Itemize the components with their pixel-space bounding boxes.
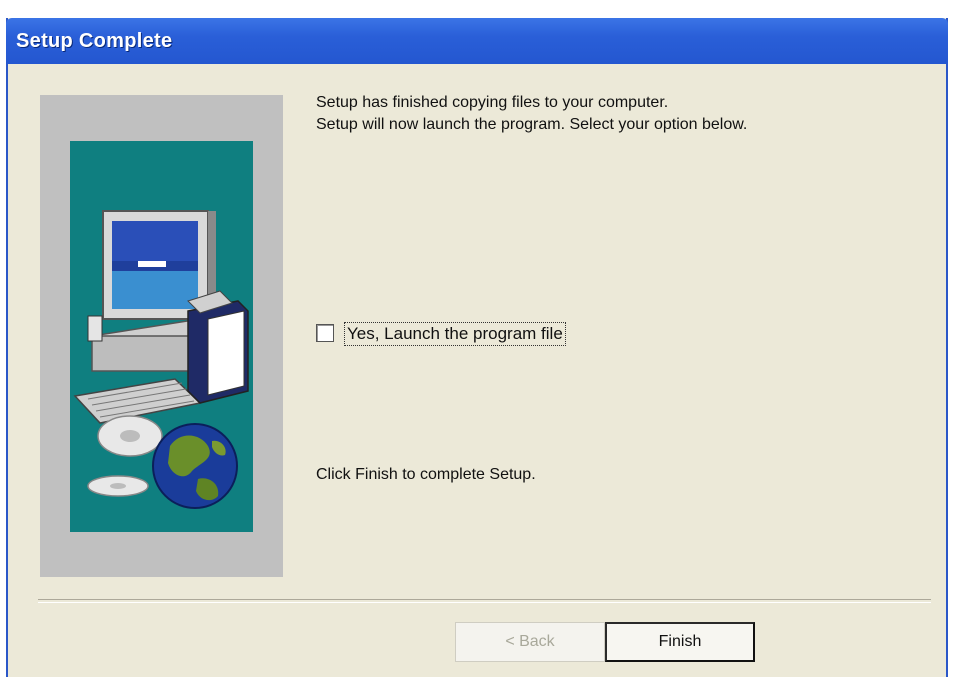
window-title: Setup Complete xyxy=(16,30,173,52)
divider xyxy=(38,599,931,603)
back-button[interactable]: < Back xyxy=(455,622,605,662)
side-panel xyxy=(40,95,283,577)
intro-text: Setup has finished copying files to your… xyxy=(316,92,916,136)
launch-program-checkbox[interactable] xyxy=(316,324,334,342)
launch-program-label[interactable]: Yes, Launch the program file xyxy=(344,322,566,346)
computer-globe-illustration-icon xyxy=(70,141,253,532)
intro-line-1: Setup has finished copying files to your… xyxy=(316,94,669,111)
title-bar[interactable]: Setup Complete xyxy=(6,18,948,64)
finish-button[interactable]: Finish xyxy=(605,622,755,662)
intro-line-2: Setup will now launch the program. Selec… xyxy=(316,116,748,133)
finish-hint-text: Click Finish to complete Setup. xyxy=(316,466,536,483)
